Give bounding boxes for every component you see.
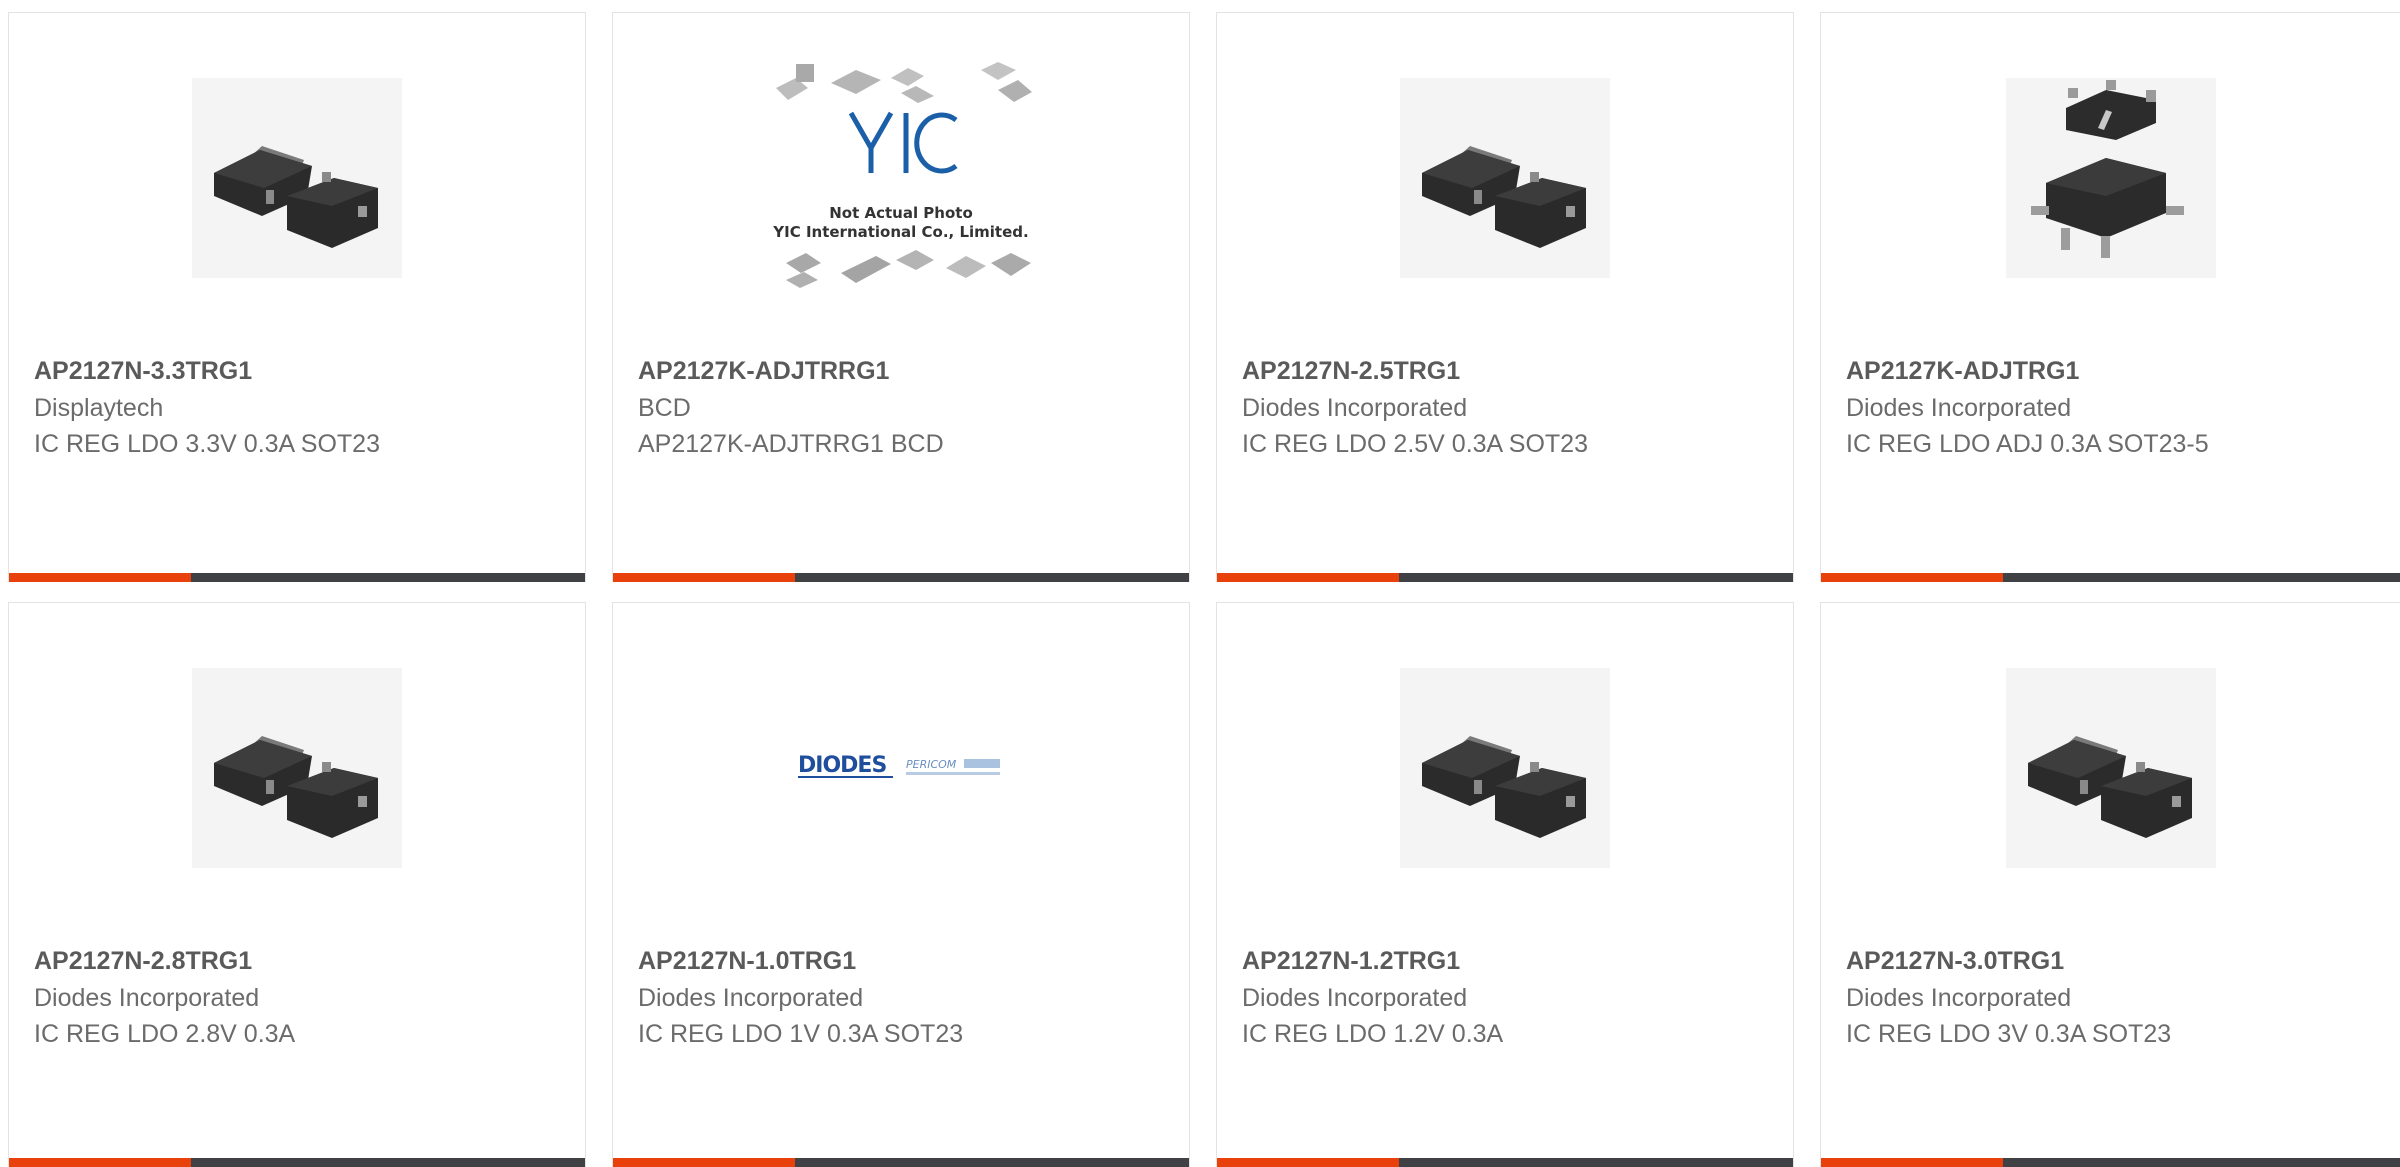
part-number[interactable]: AP2127N-2.5TRG1 xyxy=(1242,357,1460,386)
product-card[interactable]: DIODES PERICOM AP2127N-1.0TRG1 Diodes In… xyxy=(612,602,1190,1167)
product-image[interactable]: Not Actual Photo YIC International Co., … xyxy=(613,13,1189,343)
yic-caption-1: Not Actual Photo xyxy=(829,204,973,222)
card-footer-bar xyxy=(1217,1158,1793,1167)
pericom-logo-text: PERICOM xyxy=(906,758,957,771)
card-accent xyxy=(9,573,191,582)
manufacturer: Diodes Incorporated xyxy=(34,984,260,1012)
product-image[interactable]: DIODES PERICOM xyxy=(613,603,1189,933)
description: AP2127K-ADJTRRG1 BCD xyxy=(638,430,944,458)
product-card[interactable]: AP2127N-2.8TRG1 Diodes Incorporated IC R… xyxy=(8,602,586,1167)
manufacturer: Diodes Incorporated xyxy=(1242,394,1468,422)
description: IC REG LDO 1.2V 0.3A xyxy=(1242,1020,1504,1048)
card-accent xyxy=(9,1158,191,1167)
card-accent xyxy=(1217,1158,1399,1167)
manufacturer: BCD xyxy=(638,394,691,422)
card-footer-bar xyxy=(9,573,585,582)
product-card[interactable]: Not Actual Photo YIC International Co., … xyxy=(612,12,1190,582)
card-accent xyxy=(613,1158,795,1167)
card-footer-bar xyxy=(1821,573,2400,582)
product-image[interactable] xyxy=(1217,603,1793,933)
sot23-3-package-icon xyxy=(192,668,402,868)
part-number[interactable]: AP2127K-ADJTRG1 xyxy=(1846,357,2079,386)
sot23-3-package-icon xyxy=(1400,78,1610,278)
description: IC REG LDO ADJ 0.3A SOT23-5 xyxy=(1846,430,2209,458)
product-image[interactable] xyxy=(1821,13,2400,343)
sot23-5-package-icon xyxy=(2005,78,2216,278)
yic-caption-2: YIC International Co., Limited. xyxy=(772,223,1028,241)
card-footer-bar xyxy=(1217,573,1793,582)
product-card[interactable]: AP2127K-ADJTRG1 Diodes Incorporated IC R… xyxy=(1820,12,2400,582)
product-image[interactable] xyxy=(1217,13,1793,343)
product-image[interactable] xyxy=(9,603,585,933)
part-number[interactable]: AP2127N-3.3TRG1 xyxy=(34,357,252,386)
manufacturer: Diodes Incorporated xyxy=(1242,984,1468,1012)
card-accent xyxy=(1821,1158,2003,1167)
part-number[interactable]: AP2127N-1.0TRG1 xyxy=(638,947,856,976)
product-grid: AP2127N-3.3TRG1 Displaytech IC REG LDO 3… xyxy=(0,0,2400,1167)
product-card[interactable]: AP2127N-3.3TRG1 Displaytech IC REG LDO 3… xyxy=(8,12,586,582)
manufacturer: Diodes Incorporated xyxy=(638,984,864,1012)
card-accent xyxy=(613,573,795,582)
diodes-pericom-logo: DIODES PERICOM xyxy=(798,753,1000,778)
product-image[interactable] xyxy=(1821,603,2400,933)
card-footer-bar xyxy=(613,573,1189,582)
sot23-3-package-icon xyxy=(192,78,402,278)
part-number[interactable]: AP2127N-2.8TRG1 xyxy=(34,947,252,976)
part-number[interactable]: AP2127N-3.0TRG1 xyxy=(1846,947,2064,976)
product-image[interactable] xyxy=(9,13,585,343)
sot23-3-package-icon xyxy=(1400,668,1610,868)
card-footer-bar xyxy=(1821,1158,2400,1167)
part-number[interactable]: AP2127N-1.2TRG1 xyxy=(1242,947,1460,976)
description: IC REG LDO 2.8V 0.3A xyxy=(34,1020,296,1048)
description: IC REG LDO 3V 0.3A SOT23 xyxy=(1846,1020,2172,1048)
product-card[interactable]: AP2127N-1.2TRG1 Diodes Incorporated IC R… xyxy=(1216,602,1794,1167)
description: IC REG LDO 3.3V 0.3A SOT23 xyxy=(34,430,380,458)
card-accent xyxy=(1821,573,2003,582)
card-footer-bar xyxy=(613,1158,1189,1167)
part-number[interactable]: AP2127K-ADJTRRG1 xyxy=(638,357,889,386)
card-accent xyxy=(1217,573,1399,582)
yic-placeholder-image: Not Actual Photo YIC International Co., … xyxy=(772,62,1032,288)
card-footer-bar xyxy=(9,1158,585,1167)
description: IC REG LDO 2.5V 0.3A SOT23 xyxy=(1242,430,1588,458)
manufacturer: Diodes Incorporated xyxy=(1846,394,2072,422)
manufacturer: Diodes Incorporated xyxy=(1846,984,2072,1012)
manufacturer: Displaytech xyxy=(34,394,164,422)
sot23-3-package-icon xyxy=(2005,668,2216,868)
product-card[interactable]: AP2127N-3.0TRG1 Diodes Incorporated IC R… xyxy=(1820,602,2400,1167)
description: IC REG LDO 1V 0.3A SOT23 xyxy=(638,1020,964,1048)
product-card[interactable]: AP2127N-2.5TRG1 Diodes Incorporated IC R… xyxy=(1216,12,1794,582)
diodes-logo-text: DIODES xyxy=(798,753,886,778)
